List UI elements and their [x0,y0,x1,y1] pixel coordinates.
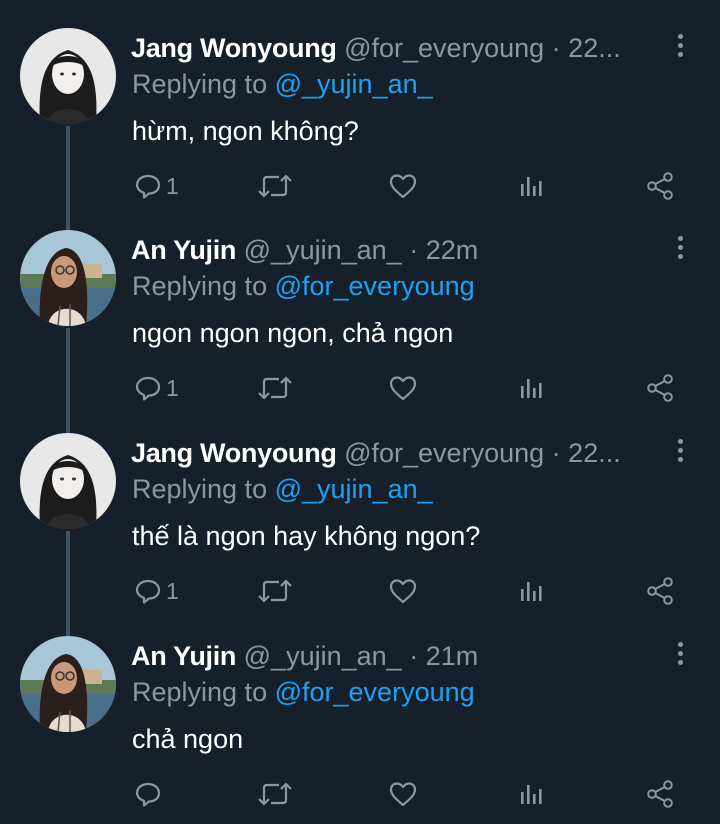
analytics-button[interactable] [519,170,545,202]
heart-icon [389,376,417,401]
reply-mention[interactable]: @for_everyoung [275,271,475,301]
reply-mention[interactable]: @for_everyoung [275,677,475,707]
replying-to-label: Replying to [132,474,268,504]
replying-to-label: Replying to [132,677,268,707]
more-vertical-icon[interactable] [672,236,688,266]
heart-icon [389,579,417,604]
replying-to: Replying to @for_everyoung [132,270,475,302]
timestamp[interactable]: 22... [568,33,621,63]
retweet-button[interactable] [257,778,293,810]
reply-icon [135,579,161,604]
like-button[interactable] [388,372,418,404]
heart-icon [389,174,417,199]
analytics-button[interactable] [519,372,545,404]
thread-line [66,202,70,230]
retweet-button[interactable] [257,170,293,202]
retweet-icon [258,782,292,806]
avatar[interactable] [20,28,116,124]
retweet-button[interactable] [257,372,293,404]
reply-button[interactable]: 1 [134,575,179,607]
tweet-actions: 1 [0,170,720,202]
separator-dot: · [551,33,561,63]
tweet-header: An Yujin @_yujin_an_ · 22m [131,234,661,266]
share-button[interactable] [645,372,675,404]
analytics-icon [521,785,542,804]
share-button[interactable] [645,170,675,202]
tweet-actions: 1 [0,372,720,404]
like-button[interactable] [388,778,418,810]
tweet-header: Jang Wonyoung @for_everyoung · 22... [131,437,661,469]
reply-button[interactable]: 1 [134,170,179,202]
thread-line [66,608,70,636]
avatar[interactable] [20,433,116,529]
tweet-header: Jang Wonyoung @for_everyoung · 22... [131,32,661,64]
reply-icon [135,174,161,199]
retweet-icon [258,579,292,603]
retweet-icon [258,376,292,400]
more-vertical-icon[interactable] [672,34,688,64]
tweet[interactable]: Jang Wonyoung @for_everyoung · 22... Rep… [0,0,720,203]
heart-icon [389,782,417,807]
like-button[interactable] [388,170,418,202]
reply-button[interactable] [134,778,166,810]
tweet-text: ngon ngon ngon, chả ngon [132,318,454,348]
author-name[interactable]: An Yujin [131,641,236,671]
more-vertical-icon[interactable] [672,439,688,469]
tweet-thread: Jang Wonyoung @for_everyoung · 22... Rep… [0,0,720,824]
author-handle[interactable]: @for_everyoung [344,438,544,468]
replying-to: Replying to @_yujin_an_ [132,473,433,505]
tweet[interactable]: An Yujin @_yujin_an_ · 22m Replying to @… [0,202,720,405]
avatar[interactable] [20,636,116,732]
share-icon [647,780,673,808]
tweet-header: An Yujin @_yujin_an_ · 21m [131,640,661,672]
retweet-icon [258,174,292,198]
tweet-text: thế là ngon hay không ngon? [132,521,481,551]
retweet-button[interactable] [257,575,293,607]
analytics-icon [521,177,542,196]
reply-count: 1 [166,578,179,604]
analytics-icon [521,379,542,398]
separator-dot: · [409,641,419,671]
timestamp[interactable]: 22m [426,235,479,265]
reply-button[interactable]: 1 [134,372,179,404]
reply-count: 1 [166,375,179,401]
separator-dot: · [551,438,561,468]
author-handle[interactable]: @_yujin_an_ [244,641,402,671]
replying-to-label: Replying to [132,271,268,301]
timestamp[interactable]: 22... [568,438,621,468]
separator-dot: · [409,235,419,265]
reply-mention[interactable]: @_yujin_an_ [275,69,433,99]
replying-to-label: Replying to [132,69,268,99]
timestamp[interactable]: 21m [426,641,479,671]
avatar[interactable] [20,230,116,326]
tweet[interactable]: Jang Wonyoung @for_everyoung · 22... Rep… [0,405,720,608]
analytics-icon [521,582,542,601]
analytics-button[interactable] [519,575,545,607]
more-vertical-icon[interactable] [672,642,688,672]
reply-icon [135,782,161,807]
tweet[interactable]: An Yujin @_yujin_an_ · 21m Replying to @… [0,608,720,811]
author-name[interactable]: Jang Wonyoung [131,33,337,63]
author-handle[interactable]: @for_everyoung [344,33,544,63]
reply-icon [135,376,161,401]
thread-line [66,405,70,433]
author-name[interactable]: Jang Wonyoung [131,438,337,468]
like-button[interactable] [388,575,418,607]
share-icon [647,172,673,200]
share-button[interactable] [645,778,675,810]
analytics-button[interactable] [519,778,545,810]
share-icon [647,577,673,605]
tweet-actions: 1 [0,575,720,607]
author-name[interactable]: An Yujin [131,235,236,265]
share-button[interactable] [645,575,675,607]
replying-to: Replying to @for_everyoung [132,676,475,708]
replying-to: Replying to @_yujin_an_ [132,68,433,100]
reply-mention[interactable]: @_yujin_an_ [275,474,433,504]
tweet-text: chả ngon [132,724,244,754]
share-icon [647,374,673,402]
reply-count: 1 [166,173,179,199]
tweet-actions [0,778,720,810]
author-handle[interactable]: @_yujin_an_ [244,235,402,265]
tweet-text: hừm, ngon không? [132,116,359,146]
